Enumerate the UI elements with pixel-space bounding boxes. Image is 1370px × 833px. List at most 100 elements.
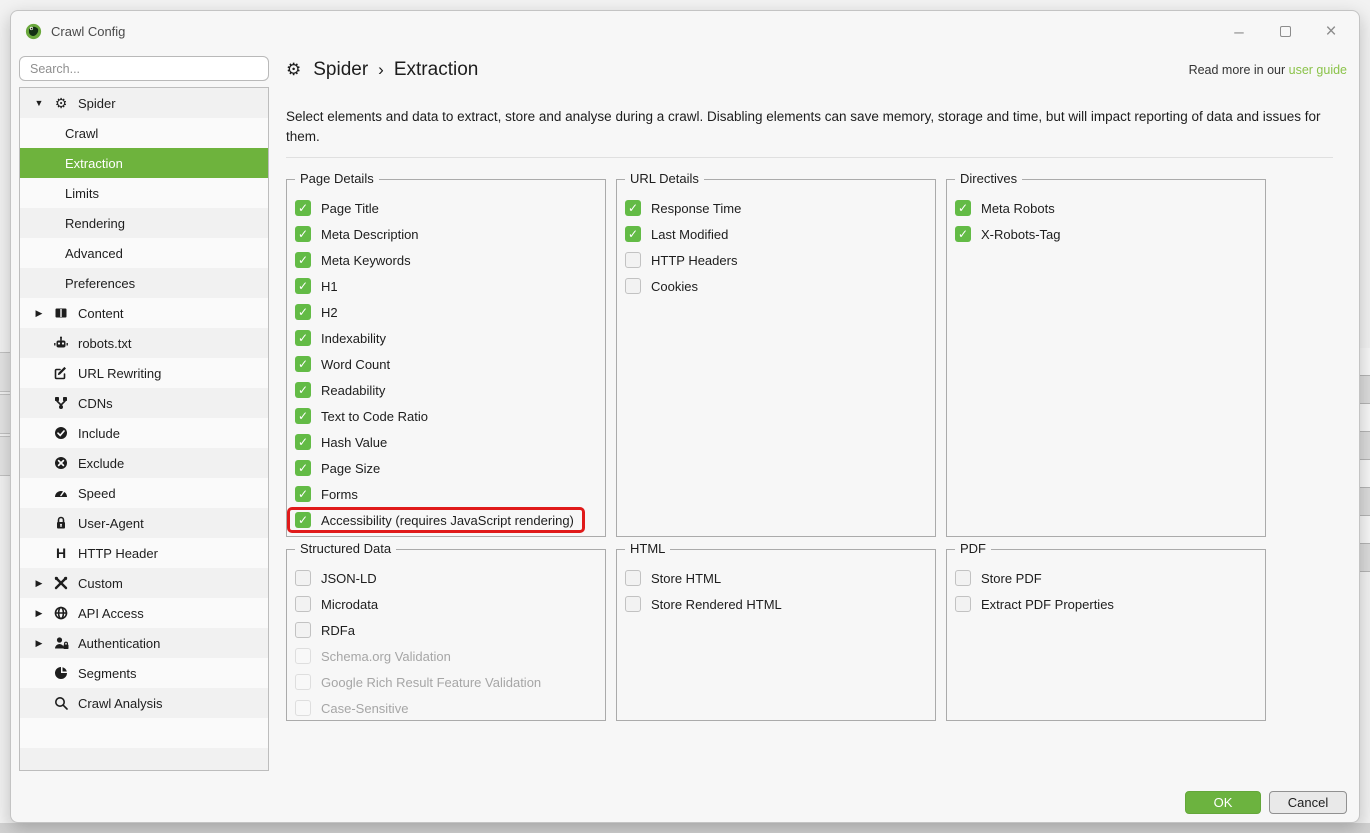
checkbox-label: Last Modified [651, 227, 728, 242]
checkbox-readability[interactable]: ✓ Readability [295, 377, 593, 403]
checkbox[interactable]: ✓ [625, 226, 641, 242]
checkbox[interactable]: ✓ [295, 622, 311, 638]
search-input[interactable] [19, 56, 269, 81]
checkbox[interactable]: ✓ [295, 330, 311, 346]
tree-collapsed-arrow-icon[interactable]: ▶ [32, 608, 46, 619]
checkbox-text-to-code-ratio[interactable]: ✓ Text to Code Ratio [295, 403, 593, 429]
checkbox-json-ld[interactable]: ✓ JSON-LD [295, 565, 593, 591]
checkbox[interactable]: ✓ [295, 226, 311, 242]
checkbox-rdfa[interactable]: ✓ RDFa [295, 617, 593, 643]
sidebar-item-http-header[interactable]: H HTTP Header [20, 538, 268, 568]
checkbox-x-robots-tag[interactable]: ✓ X-Robots-Tag [955, 221, 1253, 247]
sidebar-item-crawl[interactable]: Crawl [20, 118, 268, 148]
group-directives: Directives ✓ Meta Robots ✓ X-Robots-Tag [946, 179, 1266, 537]
checkbox[interactable]: ✓ [295, 434, 311, 450]
check-icon: ✓ [958, 202, 968, 214]
sidebar-item-cdns[interactable]: CDNs [20, 388, 268, 418]
checkbox[interactable]: ✓ [625, 596, 641, 612]
checkbox-meta-robots[interactable]: ✓ Meta Robots [955, 195, 1253, 221]
checkbox[interactable]: ✓ [625, 570, 641, 586]
checkbox-cookies[interactable]: ✓ Cookies [625, 273, 923, 299]
checkbox-store-html[interactable]: ✓ Store HTML [625, 565, 923, 591]
checkbox[interactable]: ✓ [955, 596, 971, 612]
sidebar-item-rendering[interactable]: Rendering [20, 208, 268, 238]
checkbox-hash-value[interactable]: ✓ Hash Value [295, 429, 593, 455]
checkbox-meta-description[interactable]: ✓ Meta Description [295, 221, 593, 247]
checkbox[interactable]: ✓ [955, 226, 971, 242]
checkbox[interactable]: ✓ [295, 252, 311, 268]
checkbox-last-modified[interactable]: ✓ Last Modified [625, 221, 923, 247]
checkbox-label: Cookies [651, 279, 698, 294]
titlebar[interactable]: Crawl Config – × [11, 11, 1359, 51]
sidebar-item-include[interactable]: Include [20, 418, 268, 448]
checkbox-word-count[interactable]: ✓ Word Count [295, 351, 593, 377]
checkbox[interactable]: ✓ [295, 460, 311, 476]
checkbox[interactable]: ✓ [295, 486, 311, 502]
page-header: ⚙ Spider › Extraction [286, 59, 478, 81]
sidebar-item-robots-txt[interactable]: robots.txt [20, 328, 268, 358]
checkbox[interactable]: ✓ [295, 382, 311, 398]
checkbox-indexability[interactable]: ✓ Indexability [295, 325, 593, 351]
checkbox[interactable]: ✓ [955, 570, 971, 586]
checkbox-page-size[interactable]: ✓ Page Size [295, 455, 593, 481]
checkbox[interactable]: ✓ [625, 252, 641, 268]
cancel-button[interactable]: Cancel [1269, 791, 1347, 814]
checkbox-label: Meta Robots [981, 201, 1055, 216]
checkbox-label: Indexability [321, 331, 386, 346]
checkbox[interactable]: ✓ [295, 200, 311, 216]
x-circle-icon [52, 454, 70, 472]
sidebar-item-speed[interactable]: Speed [20, 478, 268, 508]
checkbox[interactable]: ✓ [295, 408, 311, 424]
gear-icon: ⚙ [286, 60, 301, 80]
checkbox-page-title[interactable]: ✓ Page Title [295, 195, 593, 221]
sidebar-item-user-agent[interactable]: User-Agent [20, 508, 268, 538]
sidebar-item-spider[interactable]: ▼ ⚙ Spider [20, 88, 268, 118]
sidebar-item-authentication[interactable]: ▶ Authentication [20, 628, 268, 658]
checkbox-forms[interactable]: ✓ Forms [295, 481, 593, 507]
sidebar-item-segments[interactable]: Segments [20, 658, 268, 688]
sidebar-item-limits[interactable]: Limits [20, 178, 268, 208]
sidebar-item-advanced[interactable]: Advanced [20, 238, 268, 268]
checkbox-response-time[interactable]: ✓ Response Time [625, 195, 923, 221]
checkbox-label: Store HTML [651, 571, 721, 586]
columns-icon [52, 304, 70, 322]
checkbox[interactable]: ✓ [295, 596, 311, 612]
sidebar-item-preferences[interactable]: Preferences [20, 268, 268, 298]
checkbox[interactable]: ✓ [295, 570, 311, 586]
minimize-button[interactable]: – [1231, 23, 1247, 40]
checkbox-h1[interactable]: ✓ H1 [295, 273, 593, 299]
checkbox[interactable]: ✓ [625, 278, 641, 294]
tree-expanded-arrow-icon[interactable]: ▼ [32, 98, 46, 108]
sidebar-item-url-rewriting[interactable]: URL Rewriting [20, 358, 268, 388]
tree-collapsed-arrow-icon[interactable]: ▶ [32, 578, 46, 589]
sidebar-item-label: URL Rewriting [78, 366, 161, 381]
group-legend: URL Details [625, 171, 704, 186]
checkbox-http-headers[interactable]: ✓ HTTP Headers [625, 247, 923, 273]
close-button[interactable]: × [1323, 23, 1339, 40]
sidebar-item-content[interactable]: ▶ Content [20, 298, 268, 328]
checkbox[interactable]: ✓ [295, 278, 311, 294]
checkbox-microdata[interactable]: ✓ Microdata [295, 591, 593, 617]
checkbox-accessibility-highlighted[interactable]: ✓ Accessibility (requires JavaScript ren… [287, 507, 585, 533]
tree-collapsed-arrow-icon[interactable]: ▶ [32, 638, 46, 649]
sidebar-item-exclude[interactable]: Exclude [20, 448, 268, 478]
ok-button[interactable]: OK [1185, 791, 1261, 814]
sidebar-item-crawl-analysis[interactable]: Crawl Analysis [20, 688, 268, 718]
sidebar-item-custom[interactable]: ▶ Custom [20, 568, 268, 598]
checkbox[interactable]: ✓ [295, 512, 311, 528]
sidebar-item-extraction[interactable]: Extraction [20, 148, 268, 178]
checkbox-extract-pdf-properties[interactable]: ✓ Extract PDF Properties [955, 591, 1253, 617]
checkbox-store-pdf[interactable]: ✓ Store PDF [955, 565, 1253, 591]
checkbox[interactable]: ✓ [625, 200, 641, 216]
maximize-button[interactable] [1277, 23, 1293, 40]
checkbox-store-rendered-html[interactable]: ✓ Store Rendered HTML [625, 591, 923, 617]
checkbox[interactable]: ✓ [295, 304, 311, 320]
checkbox[interactable]: ✓ [295, 356, 311, 372]
app-logo-frog-icon [25, 23, 42, 40]
user-guide-link[interactable]: user guide [1289, 63, 1347, 77]
checkbox[interactable]: ✓ [955, 200, 971, 216]
checkbox-meta-keywords[interactable]: ✓ Meta Keywords [295, 247, 593, 273]
sidebar-item-api-access[interactable]: ▶ API Access [20, 598, 268, 628]
checkbox-h2[interactable]: ✓ H2 [295, 299, 593, 325]
tree-collapsed-arrow-icon[interactable]: ▶ [32, 308, 46, 319]
